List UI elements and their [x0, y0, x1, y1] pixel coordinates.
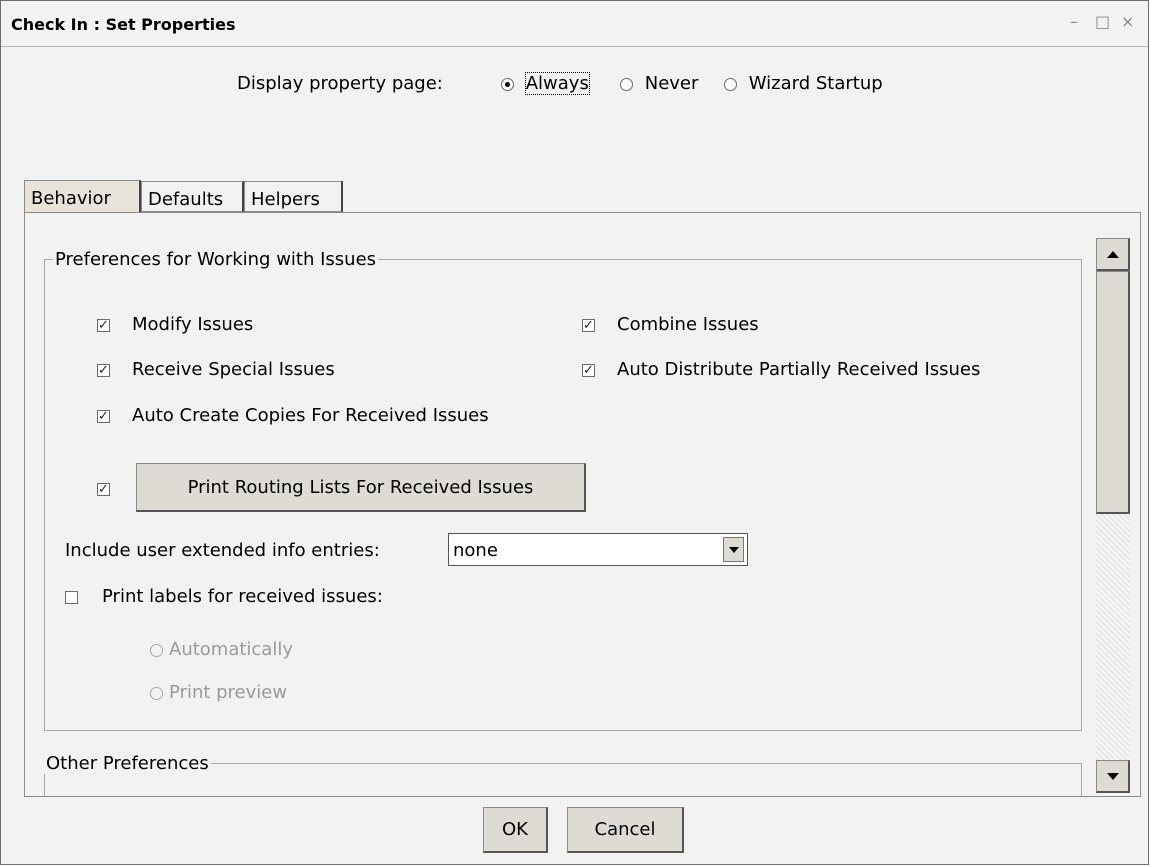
radio-print-preview-dot [150, 686, 163, 700]
close-icon[interactable]: × [1121, 12, 1134, 31]
title-bar: Check In : Set Properties – □ × [1, 1, 1148, 47]
receive-special-issues-option[interactable]: ✓ Receive Special Issues [97, 359, 335, 380]
scroll-down-icon[interactable] [1096, 760, 1130, 793]
cancel-button[interactable]: Cancel [567, 807, 684, 853]
radio-never-label: Never [644, 73, 699, 94]
radio-automatically-label: Automatically [169, 639, 293, 660]
radio-always[interactable]: Always [501, 72, 590, 95]
tab-defaults[interactable]: Defaults [141, 181, 244, 212]
combine-issues-checkbox[interactable]: ✓ [582, 318, 595, 332]
print-routing-lists-button[interactable]: Print Routing Lists For Received Issues [136, 463, 586, 512]
minimize-icon[interactable]: – [1070, 12, 1078, 31]
radio-wizard-startup-dot[interactable] [724, 77, 737, 91]
auto-create-copies-label: Auto Create Copies For Received Issues [132, 405, 489, 426]
maximize-icon[interactable]: □ [1095, 12, 1110, 31]
print-routing-option[interactable]: ✓ [97, 478, 132, 499]
radio-always-dot[interactable] [501, 77, 514, 91]
radio-never-dot[interactable] [620, 77, 633, 91]
behavior-panel: Preferences for Working with Issues ✓ Mod… [24, 212, 1141, 797]
radio-automatically-dot [150, 643, 163, 657]
radio-never[interactable]: Never [620, 73, 698, 94]
radio-wizard-startup-label: Wizard Startup [748, 73, 883, 94]
display-property-page-label: Display property page: [237, 73, 443, 94]
scroll-thumb[interactable] [1096, 271, 1130, 514]
print-labels-option[interactable]: Print labels for received issues: [65, 586, 383, 607]
extended-info-select[interactable]: none [448, 533, 748, 566]
window-title: Check In : Set Properties [11, 15, 236, 34]
print-routing-checkbox[interactable]: ✓ [97, 482, 110, 496]
other-preferences-group: Other Preferences [44, 753, 1082, 796]
radio-print-preview: Print preview [150, 682, 287, 703]
auto-distribute-checkbox[interactable]: ✓ [582, 363, 595, 377]
receive-special-issues-label: Receive Special Issues [132, 359, 335, 380]
modify-issues-checkbox[interactable]: ✓ [97, 318, 110, 332]
modify-issues-label: Modify Issues [132, 314, 254, 335]
receive-special-issues-checkbox[interactable]: ✓ [97, 363, 110, 377]
modify-issues-option[interactable]: ✓ Modify Issues [97, 314, 253, 335]
tab-behavior[interactable]: Behavior [24, 180, 141, 214]
tab-helpers[interactable]: Helpers [244, 181, 343, 212]
radio-always-label: Always [524, 72, 590, 95]
extended-info-label: Include user extended info entries: [65, 540, 380, 561]
radio-print-preview-label: Print preview [169, 682, 288, 703]
radio-automatically: Automatically [150, 639, 293, 660]
print-labels-label: Print labels for received issues: [102, 586, 383, 607]
extended-info-value: none [453, 540, 498, 561]
group-legend-other: Other Preferences [46, 753, 209, 774]
dropdown-arrow-icon[interactable] [723, 537, 744, 562]
auto-create-copies-checkbox[interactable]: ✓ [97, 409, 110, 423]
auto-create-copies-option[interactable]: ✓ Auto Create Copies For Received Issues [97, 405, 489, 426]
combine-issues-label: Combine Issues [617, 314, 759, 335]
dialog-window: Check In : Set Properties – □ × Display … [0, 0, 1149, 865]
ok-button[interactable]: OK [483, 807, 548, 853]
print-labels-checkbox[interactable] [65, 590, 78, 604]
radio-wizard-startup[interactable]: Wizard Startup [724, 73, 883, 94]
combine-issues-option[interactable]: ✓ Combine Issues [582, 314, 759, 335]
vertical-scrollbar[interactable] [1096, 238, 1130, 793]
scroll-up-icon[interactable] [1096, 238, 1130, 271]
auto-distribute-option[interactable]: ✓ Auto Distribute Partially Received Issu… [582, 359, 980, 380]
auto-distribute-label: Auto Distribute Partially Received Issue… [617, 359, 981, 380]
group-legend: Preferences for Working with Issues [55, 249, 377, 270]
